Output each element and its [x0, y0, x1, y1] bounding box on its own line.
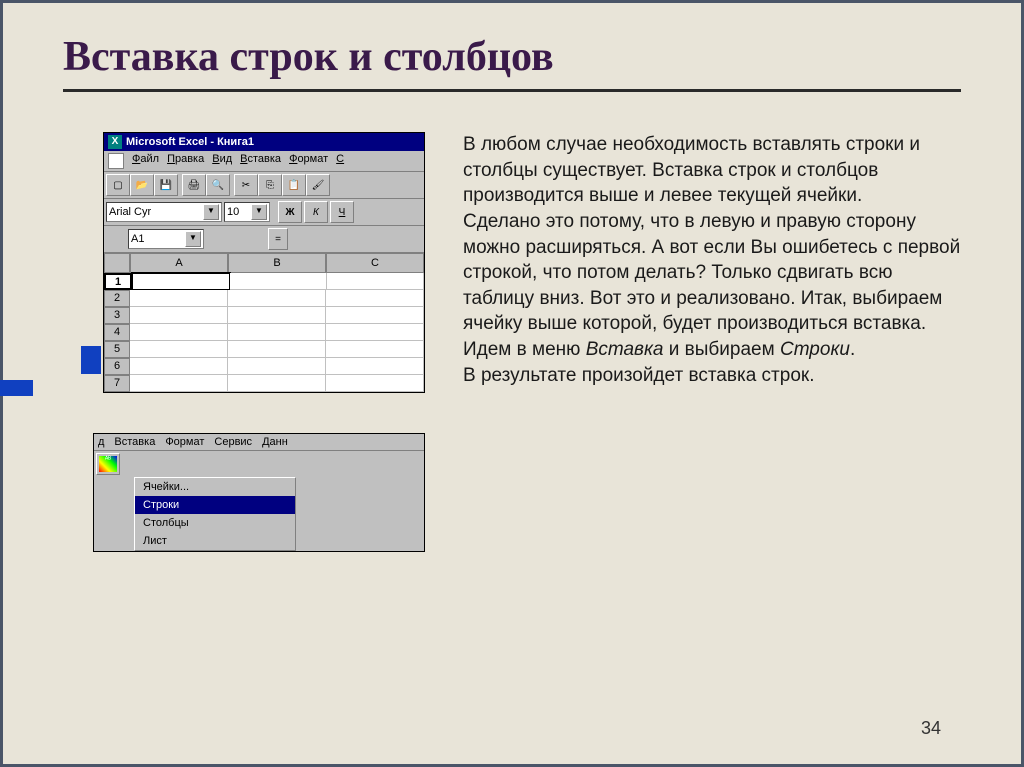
cell[interactable] [326, 375, 424, 392]
cell[interactable] [326, 358, 424, 375]
underline-button[interactable]: Ч [330, 201, 354, 223]
cell[interactable] [130, 375, 228, 392]
title-underline [63, 89, 961, 92]
namebox[interactable]: A1 ▼ [128, 229, 204, 249]
cell[interactable] [130, 290, 228, 307]
cell[interactable] [130, 324, 228, 341]
bold-button[interactable]: Ж [278, 201, 302, 223]
cell[interactable] [130, 358, 228, 375]
menu-format[interactable]: Формат [289, 153, 328, 169]
menu-edit[interactable]: Правка [167, 153, 204, 169]
row-header-1[interactable]: 1 [104, 273, 132, 290]
cell-a1[interactable] [131, 272, 231, 291]
cell[interactable] [228, 307, 326, 324]
copy-icon[interactable]: ⎘ [258, 174, 282, 196]
menu-tools[interactable]: Сервис [214, 436, 252, 448]
row-header-4[interactable]: 4 [104, 324, 130, 341]
menu-data[interactable]: Данн [262, 436, 288, 448]
format-painter-icon[interactable]: 🖌 [306, 174, 330, 196]
namebox-value: A1 [131, 233, 144, 245]
insert-menu-dropdown: Ячейки... Строки Столбцы Лист [134, 477, 296, 551]
preview-icon[interactable]: 🔍 [206, 174, 230, 196]
cell[interactable] [326, 324, 424, 341]
open-icon[interactable]: 📂 [130, 174, 154, 196]
cell[interactable] [130, 307, 228, 324]
excel-namebox-row: A1 ▼ = [104, 226, 424, 253]
menu-item-cells[interactable]: Ячейки... [135, 478, 295, 496]
excel2-menubar: д Вставка Формат Сервис Данн [94, 434, 424, 451]
excel-toolbar: ▢ 📂 💾 🖨 🔍 ✂ ⎘ 📋 🖌 [104, 172, 424, 199]
fontsize-dropdown[interactable]: 10 ▼ [224, 202, 270, 222]
left-column: X Microsoft Excel - Книга1 Файл Правка В… [63, 132, 433, 552]
excel-title-text: Microsoft Excel - Книга1 [126, 136, 254, 148]
menu-item-columns[interactable]: Столбцы [135, 514, 295, 532]
menu-insert[interactable]: Вставка [240, 153, 281, 169]
excel-titlebar: X Microsoft Excel - Книга1 [104, 133, 424, 151]
cell-b1[interactable] [230, 273, 327, 290]
font-size-value: 10 [227, 206, 239, 218]
row-header-6[interactable]: 6 [104, 358, 130, 375]
excel-screenshot-1: X Microsoft Excel - Книга1 Файл Правка В… [103, 132, 425, 393]
cell[interactable] [228, 290, 326, 307]
excel-app-icon: X [108, 135, 122, 149]
document-icon [108, 153, 124, 169]
excel-menubar: Файл Правка Вид Вставка Формат С [104, 151, 424, 172]
cell[interactable] [228, 324, 326, 341]
cut-icon[interactable]: ✂ [234, 174, 258, 196]
excel2-toolbar: ᴬᴮ [94, 451, 424, 477]
cell-c1[interactable] [327, 273, 424, 290]
cell[interactable] [228, 375, 326, 392]
save-icon[interactable]: 💾 [154, 174, 178, 196]
menu-view[interactable]: Вид [212, 153, 232, 169]
excel-screenshot-2: д Вставка Формат Сервис Данн ᴬᴮ Ячейки..… [93, 433, 425, 552]
col-header-c[interactable]: C [326, 253, 424, 273]
chevron-down-icon: ▼ [203, 204, 219, 220]
menu-item-sheet[interactable]: Лист [135, 532, 295, 550]
toolbar-icon[interactable]: ᴬᴮ [96, 453, 120, 475]
row-header-3[interactable]: 3 [104, 307, 130, 324]
col-header-b[interactable]: B [228, 253, 326, 273]
cell[interactable] [326, 307, 424, 324]
body-paragraph-1: В любом случае необходимость вставлять с… [463, 132, 961, 337]
menu-item-rows[interactable]: Строки [135, 496, 295, 514]
menu-fragment[interactable]: д [98, 436, 104, 448]
excel-formatbar: Arial Cyr ▼ 10 ▼ Ж К Ч [104, 199, 424, 226]
menu-format[interactable]: Формат [165, 436, 204, 448]
cell[interactable] [228, 358, 326, 375]
print-icon[interactable]: 🖨 [182, 174, 206, 196]
row-header-5[interactable]: 5 [104, 341, 130, 358]
menu-more[interactable]: С [336, 153, 344, 169]
body-paragraph-2: Идем в меню Вставка и выбираем Строки. [463, 337, 961, 363]
select-all-corner[interactable] [104, 253, 130, 273]
cell[interactable] [228, 341, 326, 358]
excel-grid: A B C 1 2 3 4 5 6 7 [104, 253, 424, 392]
row-header-2[interactable]: 2 [104, 290, 130, 307]
row-header-7[interactable]: 7 [104, 375, 130, 392]
cell[interactable] [326, 341, 424, 358]
blue-marker-horizontal [0, 380, 33, 396]
menu-file[interactable]: Файл [132, 153, 159, 169]
paste-icon[interactable]: 📋 [282, 174, 306, 196]
font-dropdown[interactable]: Arial Cyr ▼ [106, 202, 222, 222]
equals-button[interactable]: = [268, 228, 288, 250]
italic-button[interactable]: К [304, 201, 328, 223]
menu-insert[interactable]: Вставка [114, 436, 155, 448]
chevron-down-icon: ▼ [251, 204, 267, 220]
blue-marker-vertical [81, 346, 101, 374]
cell[interactable] [326, 290, 424, 307]
body-text-column: В любом случае необходимость вставлять с… [463, 132, 961, 552]
italic-rows: Строки [780, 339, 850, 360]
font-name: Arial Cyr [109, 206, 151, 218]
new-icon[interactable]: ▢ [106, 174, 130, 196]
chevron-down-icon: ▼ [185, 231, 201, 247]
page-number: 34 [921, 718, 941, 739]
italic-insert: Вставка [586, 339, 664, 360]
col-header-a[interactable]: A [130, 253, 228, 273]
cell[interactable] [130, 341, 228, 358]
slide-title: Вставка строк и столбцов [63, 33, 961, 81]
body-paragraph-3: В результате произойдет вставка строк. [463, 363, 961, 389]
